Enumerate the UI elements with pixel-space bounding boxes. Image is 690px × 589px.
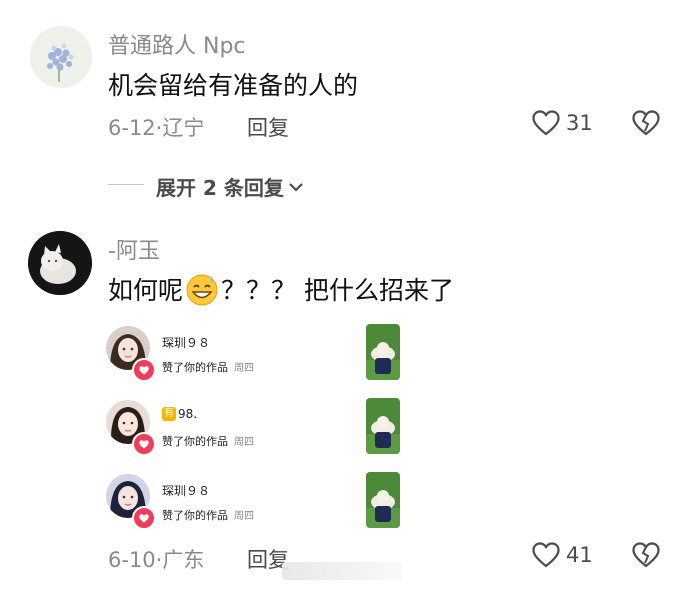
notification-time: 周四 [234,511,254,522]
comment-username[interactable]: -阿玉 [108,233,160,265]
post-thumbnail[interactable] [366,398,400,454]
heart-icon [139,439,149,448]
comment-text: 机会留给有准备的人的 [108,71,359,100]
like-button[interactable]: 31 [532,110,593,136]
post-thumbnail[interactable] [366,472,400,528]
broken-heart-icon [632,542,660,568]
comment-text-part: 如何呢 [108,276,184,305]
notification-action-row: 赞了你的作品 周四 [162,504,254,523]
expand-replies-divider [108,184,144,185]
chevron-down-icon [289,182,303,192]
expand-replies-button[interactable]: 展开 2 条回复 [156,172,304,201]
like-count: 31 [566,111,593,135]
like-button[interactable]: 41 [532,542,593,568]
heart-outline-icon [532,542,560,568]
like-badge [132,358,156,382]
heart-outline-icon [532,110,560,136]
dislike-button[interactable] [632,110,660,140]
notification-action-row: 赞了你的作品 周四 [162,430,254,449]
notification-action: 赞了你的作品 [162,435,228,448]
like-count: 41 [566,543,593,567]
notification-item[interactable]: 琛玔９８ 赞了你的作品 周四 [106,472,406,530]
name-badge: 有 [162,407,176,421]
post-thumbnail[interactable] [366,324,400,380]
comment-username[interactable]: 普通路人 Npc [108,28,246,60]
comment-text-part: ？？？ 把什么招来了 [221,276,454,305]
reply-button[interactable]: 回复 [247,112,289,142]
notification-time: 周四 [234,437,254,448]
dislike-button[interactable] [632,542,660,572]
like-badge [132,432,156,456]
heart-icon [139,513,149,522]
notification-username: 有 98. [162,407,197,421]
comment-date-location: 6-10·广东 [108,548,205,572]
expand-replies-label: 展开 2 条回复 [156,176,284,200]
notification-action-row: 赞了你的作品 周四 [162,356,254,375]
watermark [282,562,402,580]
notification-username: 琛玔９８ [162,336,211,350]
avatar[interactable] [28,231,92,295]
heart-icon [139,365,149,374]
notification-item[interactable]: 琛玔９８ 赞了你的作品 周四 [106,324,406,382]
notification-action: 赞了你的作品 [162,509,228,522]
comment-date-location: 6-12·辽宁 [108,116,205,140]
like-badge [132,506,156,530]
grinning-sweat-emoji-icon [186,274,218,306]
broken-heart-icon [632,110,660,136]
comment-text: 如何呢 ？？？ 把什么招来了 [108,271,454,307]
notification-time: 周四 [234,363,254,374]
notification-username-text: 98. [178,407,198,421]
notification-username: 琛玔９８ [162,484,211,498]
avatar[interactable] [30,26,92,88]
notification-item[interactable]: 有 98. 赞了你的作品 周四 [106,398,406,456]
notification-action: 赞了你的作品 [162,361,228,374]
